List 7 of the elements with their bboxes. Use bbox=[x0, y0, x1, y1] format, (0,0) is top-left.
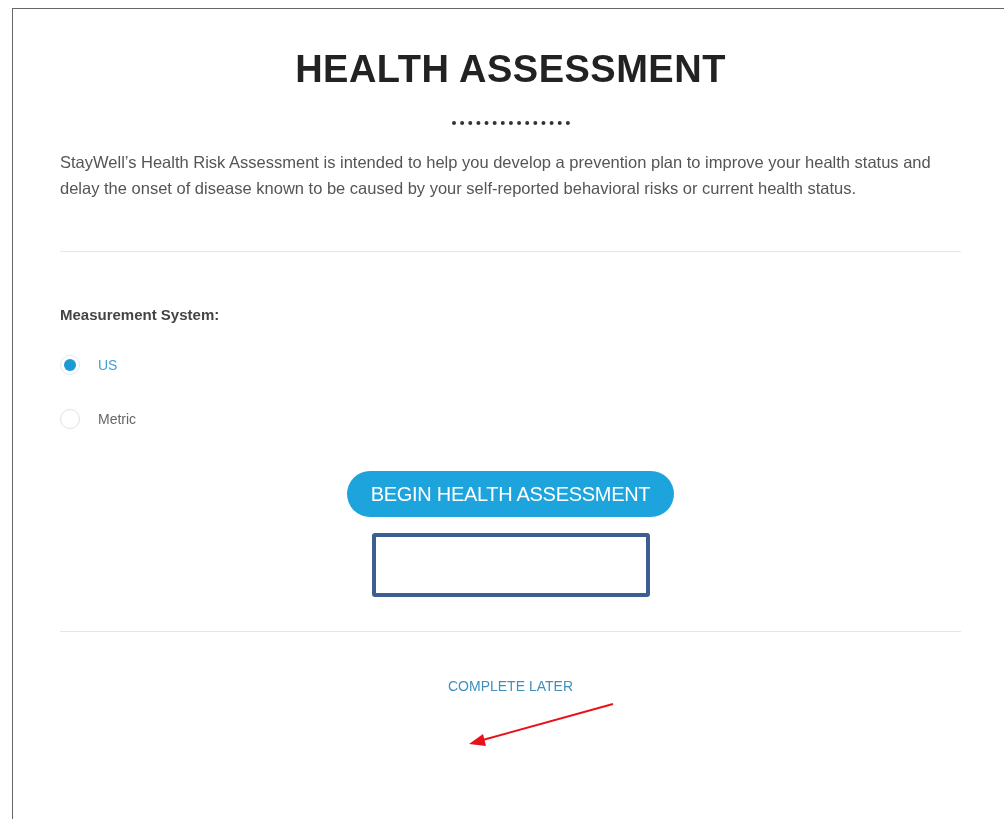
begin-button[interactable]: BEGIN HEALTH ASSESSMENT bbox=[346, 471, 675, 517]
measurement-label: Measurement System: bbox=[60, 306, 221, 323]
complete-later-link[interactable]: COMPLETE LATER bbox=[448, 678, 573, 694]
page-title: HEALTH ASSESSMENT bbox=[294, 47, 727, 91]
intro-paragraph: StayWell’s Health Risk Assessment is intended to help you develop a prevention plan to improve your health status and delay the onset of disease known to be caused by your self-reported behavioral risks or current health status. bbox=[60, 152, 932, 199]
option-label[interactable]: US bbox=[98, 357, 118, 373]
option-label[interactable]: Metric bbox=[98, 411, 137, 427]
